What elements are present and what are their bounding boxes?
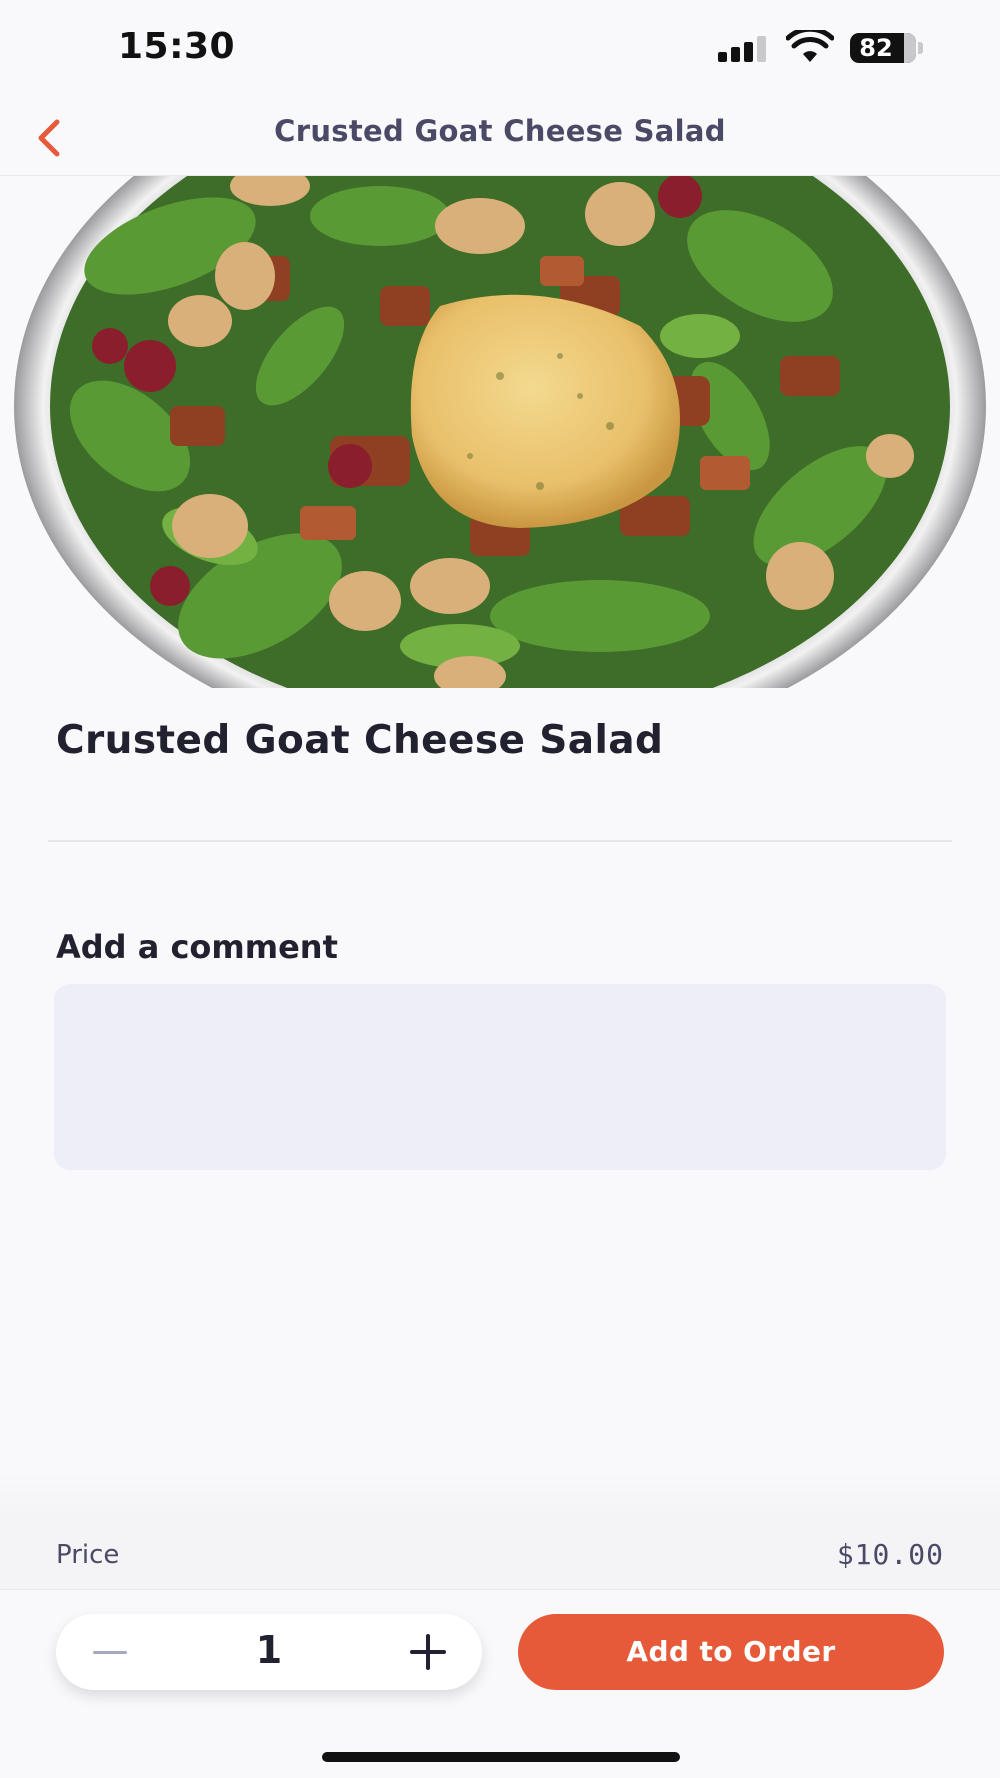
wifi-icon [786, 30, 834, 62]
battery-cap [918, 42, 923, 54]
comment-input[interactable] [54, 984, 946, 1170]
battery-icon: 82 [850, 33, 916, 63]
nav-title: Crusted Goat Cheese Salad [274, 114, 726, 148]
divider [48, 840, 952, 842]
item-title: Crusted Goat Cheese Salad [56, 718, 664, 763]
quantity-value: 1 [255, 1628, 283, 1672]
action-bar: 1 Add to Order [0, 1590, 1000, 1778]
status-time: 15:30 [118, 26, 236, 67]
price-value: $10.00 [836, 1538, 944, 1571]
nav-bar: Crusted Goat Cheese Salad [0, 100, 1000, 176]
price-label: Price [56, 1540, 120, 1570]
minus-icon [93, 1650, 127, 1654]
bottom-shadow [0, 1470, 1000, 1524]
back-button[interactable] [20, 110, 76, 166]
increase-quantity-button[interactable] [394, 1614, 462, 1690]
add-to-order-button[interactable]: Add to Order [518, 1614, 944, 1690]
item-photo [0, 176, 1000, 688]
chevron-left-icon [38, 119, 60, 157]
price-row: Price $10.00 [0, 1524, 1000, 1590]
home-indicator[interactable] [322, 1752, 680, 1762]
battery-level: 82 [859, 34, 893, 62]
cellular-signal-icon [718, 34, 772, 62]
plus-icon [410, 1634, 446, 1670]
quantity-stepper: 1 [56, 1614, 482, 1690]
comment-label: Add a comment [56, 928, 338, 966]
screen: 15:30 82 Crusted Goat Cheese Salad Crust… [0, 0, 1000, 1778]
status-bar: 15:30 82 [0, 0, 1000, 100]
decrease-quantity-button[interactable] [76, 1614, 144, 1690]
